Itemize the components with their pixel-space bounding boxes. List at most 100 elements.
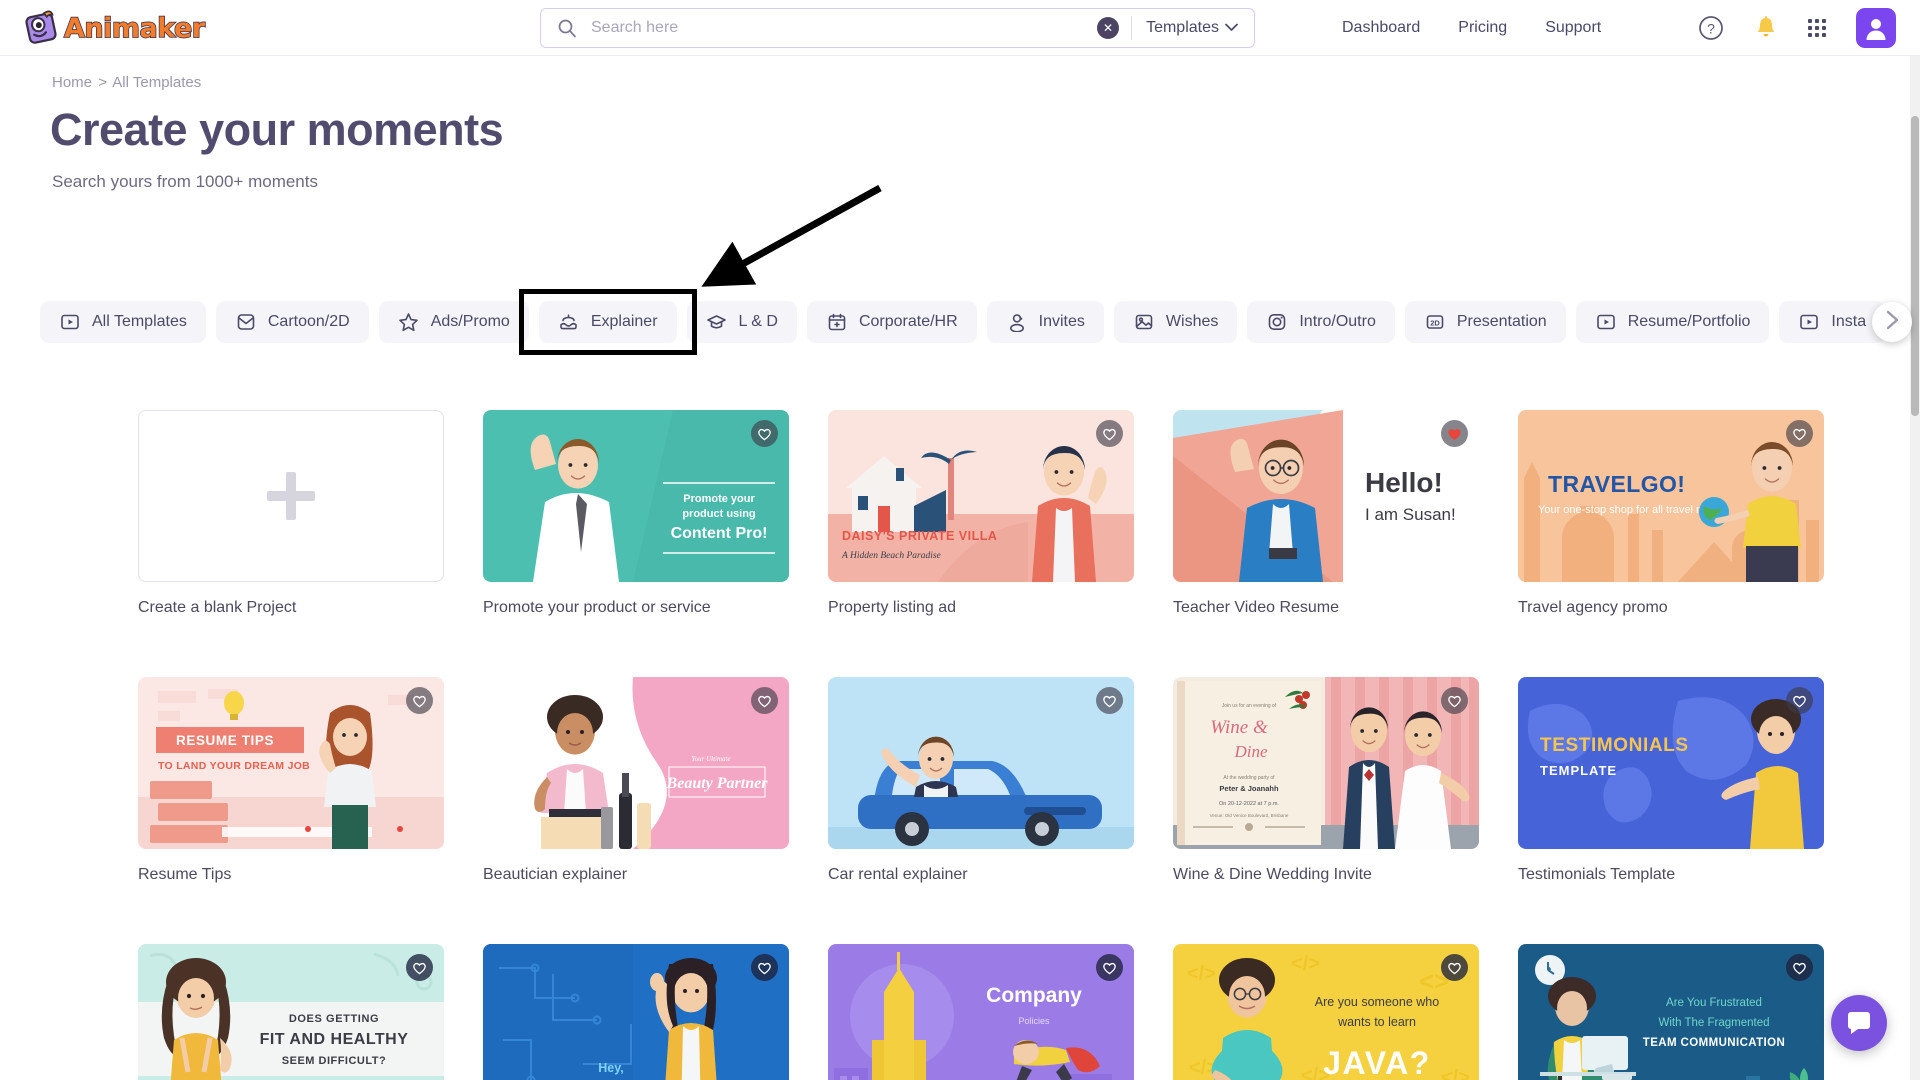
svg-text:On 20-12-2022 at 7 p.m.: On 20-12-2022 at 7 p.m. <box>1219 801 1279 807</box>
favorite-icon[interactable] <box>406 954 433 981</box>
tab-label: L & D <box>738 313 778 330</box>
favorite-icon[interactable] <box>1786 687 1813 714</box>
brand-name: Animaker <box>63 12 206 45</box>
svg-text:Hey,: Hey, <box>598 1061 623 1075</box>
tab-insta[interactable]: Insta <box>1779 301 1886 343</box>
svg-text:I am Susan!: I am Susan! <box>1365 505 1456 524</box>
favorite-icon[interactable] <box>1096 954 1123 981</box>
favorite-icon[interactable] <box>1096 420 1123 447</box>
template-card[interactable]: </> </> </> </> <> </> Are you someone who <box>1173 944 1479 1080</box>
apps-grid-icon[interactable] <box>1808 19 1826 37</box>
tabs-scroll-next-button[interactable] <box>1872 302 1912 342</box>
svg-text:At the wedding party of: At the wedding party of <box>1223 775 1275 781</box>
template-card[interactable]: Create a blank Project <box>138 410 444 617</box>
nav-support[interactable]: Support <box>1545 19 1601 37</box>
tab-ads-promo[interactable]: Ads/Promo <box>378 301 529 343</box>
tab-cartoon-2d[interactable]: Cartoon/2D <box>215 301 369 343</box>
favorite-icon[interactable] <box>1096 687 1123 714</box>
svg-text:FIT AND HEALTHY: FIT AND HEALTHY <box>260 1031 409 1048</box>
nav-dashboard[interactable]: Dashboard <box>1342 19 1420 37</box>
tab-invites[interactable]: Invites <box>986 301 1104 343</box>
svg-text:Join us for an evening of: Join us for an evening of <box>1222 703 1277 709</box>
camera-icon <box>1266 311 1288 333</box>
template-thumbnail[interactable]: DOES GETTING FIT AND HEALTHY SEEM DIFFIC… <box>138 944 444 1080</box>
template-card[interactable]: Join us for an evening of Wine & Dine At… <box>1173 677 1479 884</box>
template-card[interactable]: Are You Frustrated With The Fragmented T… <box>1518 944 1824 1080</box>
tab-label: Corporate/HR <box>858 313 958 330</box>
favorite-icon[interactable] <box>1786 954 1813 981</box>
template-thumbnail[interactable]: Join us for an evening of Wine & Dine At… <box>1173 677 1479 849</box>
template-thumbnail[interactable]: RESUME TIPS TO LAND YOUR DREAM JOB <box>138 677 444 849</box>
create-blank-project-tile[interactable] <box>138 410 444 582</box>
search-bar[interactable]: ✕ Templates <box>540 8 1255 48</box>
favorite-icon[interactable] <box>751 687 778 714</box>
svg-text:</>: </> <box>1291 953 1320 975</box>
template-thumbnail[interactable]: TESTIMONIALS TEMPLATE <box>1518 677 1824 849</box>
template-artwork: DOES GETTING FIT AND HEALTHY SEEM DIFFIC… <box>138 944 444 1080</box>
tab-all-templates[interactable]: All Templates <box>40 301 206 343</box>
template-card[interactable]: Hey, This is Richa from Crypto Inc. <box>483 944 789 1080</box>
page-title: Create your moments <box>50 104 504 155</box>
favorite-icon[interactable] <box>1786 420 1813 447</box>
page-scrollbar[interactable] <box>1910 56 1920 1080</box>
svg-text:Dine: Dine <box>1233 742 1268 761</box>
template-thumbnail[interactable]: Hello! I am Susan! <box>1173 410 1479 582</box>
clear-icon[interactable]: ✕ <box>1097 17 1120 39</box>
svg-text:wants to learn: wants to learn <box>1337 1015 1416 1029</box>
scrollbar-thumb[interactable] <box>1911 116 1919 416</box>
favorite-icon[interactable] <box>1441 687 1468 714</box>
favorite-icon[interactable] <box>751 954 778 981</box>
template-thumbnail[interactable]: DAISY'S PRIVATE VILLA A Hidden Beach Par… <box>828 410 1134 582</box>
template-card[interactable]: DAISY'S PRIVATE VILLA A Hidden Beach Par… <box>828 410 1134 617</box>
template-card[interactable]: Car rental explainer <box>828 677 1134 884</box>
favorite-icon[interactable] <box>1441 954 1468 981</box>
template-artwork: RESUME TIPS TO LAND YOUR DREAM JOB <box>138 677 444 849</box>
tab-l-d[interactable]: L & D <box>686 301 797 343</box>
notifications-bell-icon[interactable] <box>1754 15 1778 41</box>
svg-text:Venue: Old Venice Boulevard, B: Venue: Old Venice Boulevard, Brisbane <box>1210 813 1289 818</box>
template-thumbnail[interactable]: TRAVELGO! Your one-stop shop for all tra… <box>1518 410 1824 582</box>
template-thumbnail[interactable]: Your Ultimate Beauty Partner <box>483 677 789 849</box>
search-scope-select[interactable]: Templates <box>1146 19 1238 37</box>
template-thumbnail[interactable]: Company Policies <box>828 944 1134 1080</box>
svg-text:Beauty Partner: Beauty Partner <box>666 775 769 792</box>
breadcrumb-home[interactable]: Home <box>52 74 92 91</box>
template-card[interactable]: TESTIMONIALS TEMPLATE Testimonials Templ… <box>1518 677 1824 884</box>
2d-badge-icon: 2D <box>1424 311 1446 333</box>
user-avatar[interactable] <box>1856 8 1896 48</box>
template-thumbnail[interactable]: </> </> </> </> <> </> Are you someone who <box>1173 944 1479 1080</box>
template-thumbnail[interactable]: Promote your product using Content Pro! <box>483 410 789 582</box>
template-card[interactable]: RESUME TIPS TO LAND YOUR DREAM JOB Resum… <box>138 677 444 884</box>
template-thumbnail[interactable]: Are You Frustrated With The Fragmented T… <box>1518 944 1824 1080</box>
svg-text:Content Pro!: Content Pro! <box>671 525 768 542</box>
favorite-icon-filled[interactable] <box>1441 420 1468 447</box>
tab-presentation[interactable]: 2D Presentation <box>1404 301 1566 343</box>
animaker-logo[interactable]: Animaker <box>22 6 206 50</box>
breadcrumb-current[interactable]: All Templates <box>112 74 201 91</box>
search-input[interactable] <box>591 10 1098 46</box>
template-thumbnail[interactable] <box>828 677 1134 849</box>
plus-icon <box>267 472 315 520</box>
template-card[interactable]: Your Ultimate Beauty Partner Beautician e… <box>483 677 789 884</box>
template-card[interactable]: Company Policies <box>828 944 1134 1080</box>
pointer-arrow <box>640 170 900 315</box>
tab-corporate-hr[interactable]: Corporate/HR <box>806 301 977 343</box>
template-card[interactable]: Hello! I am Susan! Teacher Video Resume <box>1173 410 1479 617</box>
help-icon[interactable]: ? <box>1698 15 1724 41</box>
template-card[interactable]: DOES GETTING FIT AND HEALTHY SEEM DIFFIC… <box>138 944 444 1080</box>
nav-pricing[interactable]: Pricing <box>1458 19 1507 37</box>
template-card[interactable]: Promote your product using Content Pro! … <box>483 410 789 617</box>
tab-label: Resume/Portfolio <box>1627 313 1751 330</box>
chat-bubble-icon[interactable] <box>1831 995 1887 1051</box>
category-tabs: All Templates Cartoon/2D Ads/Promo Explaine… <box>40 300 1920 344</box>
tab-intro-outro[interactable]: Intro/Outro <box>1247 301 1395 343</box>
header-nav: Dashboard Pricing Support <box>1342 0 1601 56</box>
tab-label: Ads/Promo <box>430 313 510 330</box>
template-thumbnail[interactable]: Hey, This is Richa from Crypto Inc. <box>483 944 789 1080</box>
tab-explainer[interactable]: Explainer <box>538 301 677 343</box>
template-card[interactable]: TRAVELGO! Your one-stop shop for all tra… <box>1518 410 1824 617</box>
tab-wishes[interactable]: Wishes <box>1113 301 1238 343</box>
tab-resume-portfolio[interactable]: Resume/Portfolio <box>1575 301 1770 343</box>
favorite-icon[interactable] <box>751 420 778 447</box>
favorite-icon[interactable] <box>406 687 433 714</box>
